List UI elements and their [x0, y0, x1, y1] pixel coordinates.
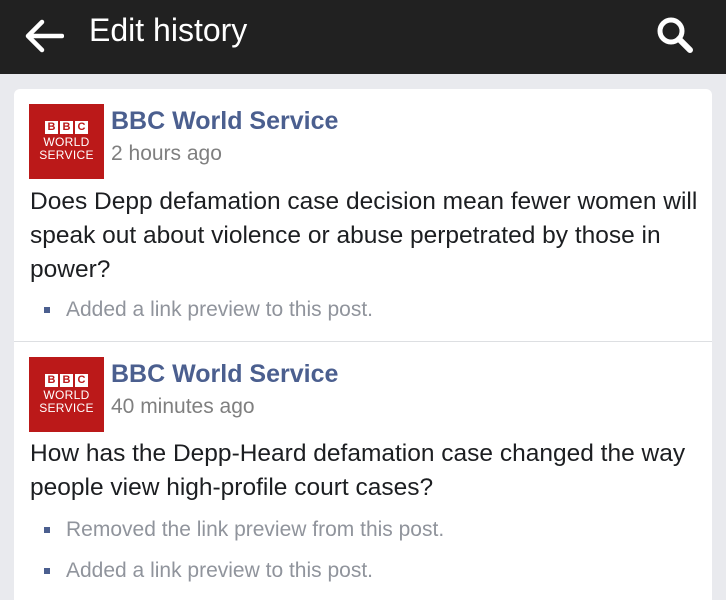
bbc-logo-block: B [45, 121, 58, 134]
bbc-logo-block: C [75, 121, 88, 134]
edit-log-text: Added a link preview to this post. [66, 559, 374, 582]
logo-text-service: SERVICE [39, 401, 94, 415]
search-button[interactable] [650, 10, 700, 60]
back-button[interactable] [20, 12, 68, 60]
post-timestamp[interactable]: 40 minutes ago [111, 394, 255, 420]
edit-history-entry: B B C WORLD SERVICE BBC World Service 2 … [14, 89, 712, 341]
post-timestamp[interactable]: 2 hours ago [111, 141, 222, 167]
bbc-logo-block: B [60, 374, 73, 387]
page-name-link[interactable]: BBC World Service [111, 359, 338, 389]
bbc-world-service-avatar[interactable]: B B C WORLD SERVICE [29, 104, 104, 179]
search-icon [657, 17, 693, 53]
page-name-link[interactable]: BBC World Service [111, 106, 338, 136]
post-text: How has the Depp-Heard defamation case c… [30, 440, 686, 501]
top-app-bar: Edit history [0, 0, 726, 74]
bbc-logo-blocks: B B C [45, 374, 88, 387]
edit-log-item: Removed the link preview from this post. [44, 517, 444, 543]
bullet-icon [44, 527, 50, 533]
bbc-logo-blocks: B B C [45, 121, 88, 134]
bbc-logo-block: B [45, 374, 58, 387]
bullet-icon [44, 307, 50, 313]
edit-history-entry: B B C WORLD SERVICE BBC World Service 40… [14, 342, 712, 600]
edit-log-item: Added a link preview to this post. [44, 297, 373, 323]
edit-log-text: Removed the link preview from this post. [66, 518, 445, 541]
edit-log-text: Added a link preview to this post. [66, 298, 374, 321]
bullet-icon [44, 568, 50, 574]
page-title: Edit history [89, 12, 248, 48]
arrow-left-icon [25, 19, 64, 53]
logo-text-service: SERVICE [39, 148, 94, 162]
bbc-logo-block: B [60, 121, 73, 134]
post-text: Does Depp defamation case decision mean … [30, 188, 698, 283]
edit-log-item: Added a link preview to this post. [44, 558, 373, 584]
bbc-logo-block: C [75, 374, 88, 387]
bbc-world-service-avatar[interactable]: B B C WORLD SERVICE [29, 357, 104, 432]
